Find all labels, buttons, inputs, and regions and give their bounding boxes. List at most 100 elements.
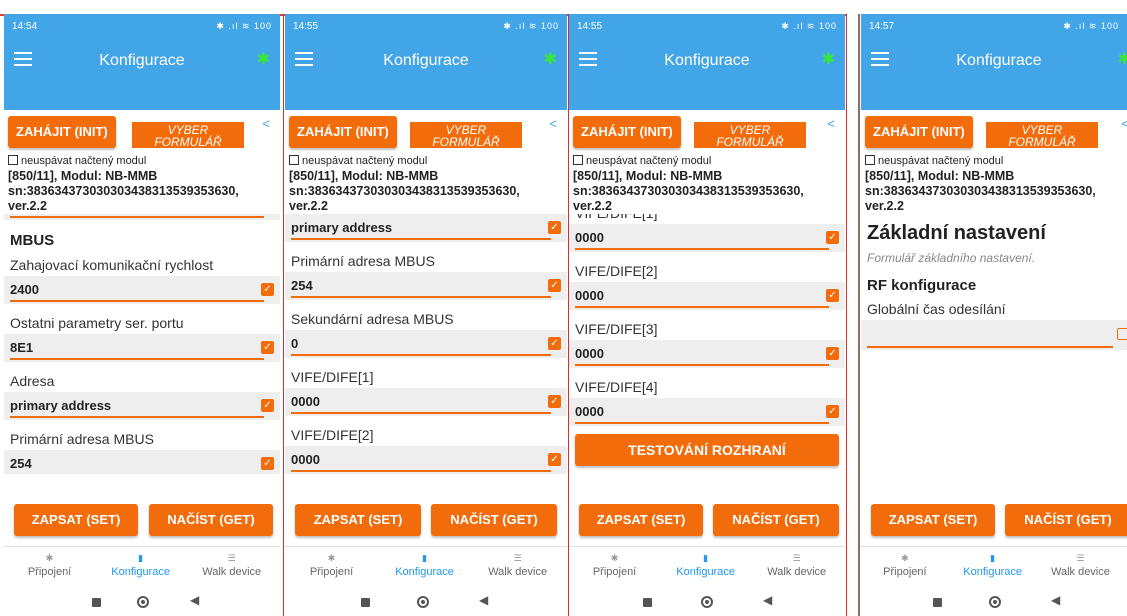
- nav-configuration[interactable]: ▮ Konfigurace: [378, 553, 471, 578]
- field-input[interactable]: primary address ✓: [285, 214, 567, 242]
- nav-walk-device[interactable]: ☰ Walk device: [186, 553, 277, 578]
- field-checkbox[interactable]: ✓: [826, 347, 839, 360]
- page-title: Konfigurace: [956, 52, 1042, 69]
- field-input[interactable]: 8E1 ✓: [4, 334, 280, 362]
- checkbox-icon[interactable]: [8, 155, 18, 165]
- list-nav-icon: ☰: [513, 553, 522, 563]
- init-button[interactable]: ZAHÁJIT (INIT): [8, 116, 116, 148]
- nav-connection[interactable]: ✱ Připojení: [4, 553, 95, 578]
- field-input[interactable]: 254 ✓: [4, 450, 280, 474]
- home-icon[interactable]: [417, 596, 429, 608]
- nav-connection[interactable]: ✱ Připojení: [285, 553, 378, 578]
- module-sn: sn:383634373030303438313539353630,: [289, 184, 520, 198]
- field-checkbox[interactable]: ✓: [261, 457, 274, 470]
- get-button[interactable]: NAČÍST (GET): [149, 504, 273, 536]
- select-form-button[interactable]: VYBER FORMULÁŘ: [410, 122, 522, 148]
- field-checkbox[interactable]: ✓: [548, 337, 561, 350]
- field-checkbox[interactable]: ✓: [548, 279, 561, 292]
- action-row: ZAHÁJIT (INIT) VYBER FORMULÁŘ <: [569, 110, 845, 154]
- field-input[interactable]: 0000 ✓: [285, 446, 567, 474]
- select-form-button[interactable]: VYBER FORMULÁŘ: [986, 122, 1098, 148]
- recents-icon[interactable]: [361, 598, 370, 607]
- field-input[interactable]: 254 ✓: [285, 272, 567, 300]
- back-icon[interactable]: ◀: [479, 593, 488, 607]
- home-icon[interactable]: [989, 596, 1001, 608]
- separator: [846, 14, 847, 616]
- separator: [858, 14, 860, 616]
- keep-awake-checkbox[interactable]: neuspávat načtený modul: [8, 154, 276, 169]
- field-checkbox[interactable]: ✓: [826, 231, 839, 244]
- share-icon[interactable]: <: [549, 116, 557, 131]
- nav-walk-device[interactable]: ☰ Walk device: [471, 553, 564, 578]
- nav-walk-device[interactable]: ☰ Walk device: [751, 553, 842, 578]
- field-input[interactable]: 0000 ✓: [285, 388, 567, 416]
- field-checkbox[interactable]: ✓: [826, 289, 839, 302]
- field-value: 254: [10, 456, 32, 471]
- set-button[interactable]: ZAPSAT (SET): [579, 504, 703, 536]
- get-button[interactable]: NAČÍST (GET): [1005, 504, 1127, 536]
- field-input[interactable]: primary address ✓: [4, 392, 280, 420]
- home-icon[interactable]: [701, 596, 713, 608]
- init-button[interactable]: ZAHÁJIT (INIT): [289, 116, 397, 148]
- field-checkbox[interactable]: [1117, 328, 1127, 340]
- page-title: Konfigurace: [383, 52, 469, 69]
- keep-awake-checkbox[interactable]: neuspávat načtený modul: [573, 154, 841, 169]
- field-checkbox[interactable]: ✓: [548, 453, 561, 466]
- select-form-button[interactable]: VYBER FORMULÁŘ: [694, 122, 806, 148]
- module-sn: sn:383634373030303438313539353630,: [573, 184, 804, 198]
- field-checkbox[interactable]: ✓: [548, 221, 561, 234]
- field-input-partial[interactable]: ✓: [4, 214, 280, 220]
- nav-configuration[interactable]: ▮ Konfigurace: [95, 553, 186, 578]
- get-button[interactable]: NAČÍST (GET): [713, 504, 839, 536]
- checkbox-icon[interactable]: [573, 155, 583, 165]
- module-id: [850/11], Modul: NB-MMB: [8, 169, 158, 183]
- field-input[interactable]: 0000 ✓: [569, 398, 845, 426]
- bluetooth-nav-icon: ✱: [327, 553, 336, 563]
- back-icon[interactable]: ◀: [763, 593, 772, 607]
- share-icon[interactable]: <: [827, 116, 835, 131]
- send-time-input[interactable]: [861, 320, 1127, 350]
- recents-icon[interactable]: [643, 598, 652, 607]
- field-input[interactable]: 0000 ✓: [569, 224, 845, 252]
- share-icon[interactable]: <: [1121, 116, 1127, 131]
- get-button[interactable]: NAČÍST (GET): [431, 504, 557, 536]
- keep-awake-checkbox[interactable]: neuspávat načtený modul: [865, 154, 1123, 169]
- init-button[interactable]: ZAHÁJIT (INIT): [865, 116, 973, 148]
- nav-connection[interactable]: ✱ Připojení: [569, 553, 660, 578]
- home-icon[interactable]: [137, 596, 149, 608]
- select-form-button[interactable]: VYBER FORMULÁŘ: [132, 122, 244, 148]
- field-input[interactable]: 0000 ✓: [569, 340, 845, 368]
- status-icons: ✱ .ıl ≋ 100: [1063, 20, 1119, 31]
- field-checkbox[interactable]: ✓: [548, 395, 561, 408]
- test-interface-button[interactable]: TESTOVÁNÍ ROZHRANÍ: [575, 434, 839, 466]
- field-checkbox[interactable]: ✓: [261, 341, 274, 354]
- field-input[interactable]: 2400 ✓: [4, 276, 280, 304]
- module-info: neuspávat načtený modul [850/11], Modul:…: [4, 154, 280, 214]
- set-button[interactable]: ZAPSAT (SET): [14, 504, 138, 536]
- checkbox-icon[interactable]: [289, 155, 299, 165]
- init-button[interactable]: ZAHÁJIT (INIT): [573, 116, 681, 148]
- field-checkbox[interactable]: ✓: [261, 399, 274, 412]
- back-icon[interactable]: ◀: [190, 593, 199, 607]
- field-input[interactable]: 0 ✓: [285, 330, 567, 358]
- checkbox-icon[interactable]: [865, 155, 875, 165]
- share-icon[interactable]: <: [262, 116, 270, 131]
- nav-walk-device[interactable]: ☰ Walk device: [1037, 553, 1125, 578]
- set-button[interactable]: ZAPSAT (SET): [871, 504, 995, 536]
- nav-label: Walk device: [488, 566, 548, 578]
- field-input[interactable]: 0000 ✓: [569, 282, 845, 310]
- nav-configuration[interactable]: ▮ Konfigurace: [949, 553, 1037, 578]
- field-checkbox[interactable]: ✓: [826, 405, 839, 418]
- recents-icon[interactable]: [933, 598, 942, 607]
- module-version: ver.2.2: [289, 199, 328, 213]
- recents-icon[interactable]: [92, 598, 101, 607]
- keep-awake-checkbox[interactable]: neuspávat načtený modul: [289, 154, 563, 169]
- field-checkbox[interactable]: ✓: [261, 283, 274, 296]
- nav-configuration[interactable]: ▮ Konfigurace: [660, 553, 751, 578]
- field-label: VIFE/DIFE[2]: [291, 427, 374, 443]
- back-icon[interactable]: ◀: [1051, 593, 1060, 607]
- set-button[interactable]: ZAPSAT (SET): [295, 504, 421, 536]
- bluetooth-icon: ✱: [821, 51, 835, 68]
- field-label: Adresa: [10, 373, 55, 389]
- nav-connection[interactable]: ✱ Připojení: [861, 553, 949, 578]
